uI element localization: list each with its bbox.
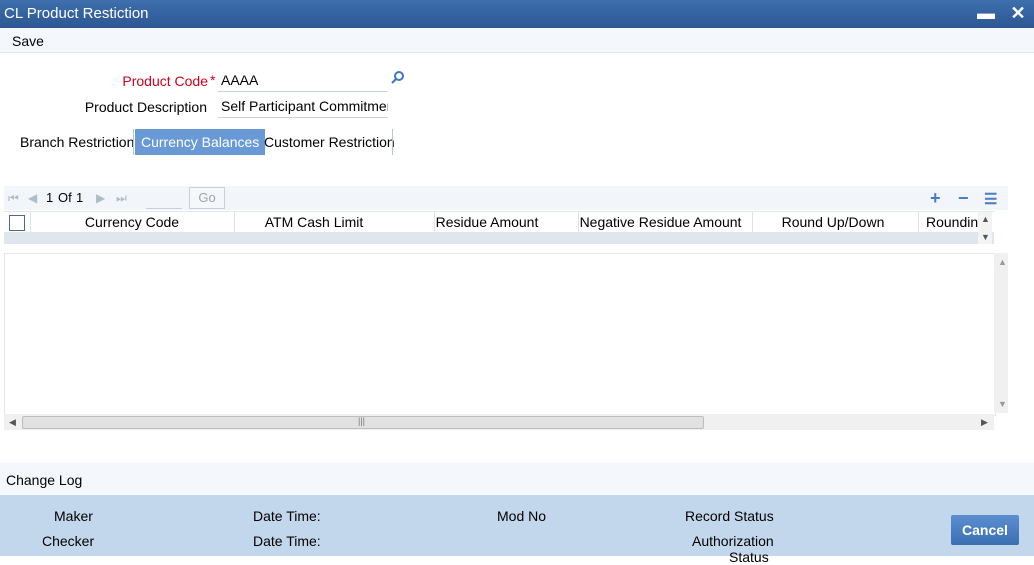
page-current: 1 bbox=[46, 190, 54, 205]
title-bar: CL Product Restiction ▬ ✕ bbox=[0, 0, 1034, 28]
cancel-button[interactable]: Cancel bbox=[951, 515, 1019, 545]
column-header-atm-cash-limit[interactable]: ATM Cash Limit bbox=[234, 214, 394, 230]
grid-body bbox=[4, 253, 996, 416]
close-icon[interactable]: ✕ bbox=[1008, 3, 1028, 23]
audit-footer bbox=[0, 495, 1034, 556]
next-page-icon[interactable]: ▶ bbox=[96, 191, 105, 205]
list-view-icon[interactable]: ☰ bbox=[984, 190, 997, 208]
mod-no-label: Mod No bbox=[497, 508, 547, 524]
authorization-status-label: Authorization bbox=[692, 533, 774, 549]
product-code-field[interactable]: AAAA bbox=[218, 69, 388, 92]
checker-label: Checker bbox=[42, 533, 95, 549]
scroll-down-icon[interactable]: ▼ bbox=[981, 232, 990, 242]
toolbar: Save bbox=[0, 28, 1034, 53]
product-description-label: Product Description bbox=[84, 99, 207, 115]
first-page-icon[interactable]: ⏮ bbox=[8, 191, 19, 206]
page-total: 1 bbox=[76, 190, 84, 205]
column-header-currency-code[interactable]: Currency Code bbox=[30, 214, 234, 230]
maker-label: Maker bbox=[54, 508, 93, 524]
page-of-label: Of bbox=[58, 190, 72, 205]
last-page-icon[interactable]: ⏭ bbox=[116, 191, 127, 206]
column-header-negative-residue-amount[interactable]: Negative Residue Amount bbox=[578, 214, 743, 230]
add-row-icon[interactable]: + bbox=[930, 188, 941, 209]
maker-date-time-label: Date Time: bbox=[253, 508, 321, 524]
tab-currency-balances[interactable]: Currency Balances bbox=[135, 129, 266, 155]
window-title: CL Product Restiction bbox=[4, 5, 149, 22]
tab-customer-restriction[interactable]: Customer Restriction bbox=[258, 129, 401, 155]
column-header-round-up-down[interactable]: Round Up/Down bbox=[752, 214, 914, 230]
tab-divider bbox=[133, 129, 134, 155]
page-number-input[interactable] bbox=[146, 188, 182, 209]
required-mark: * bbox=[210, 72, 216, 88]
previous-page-icon[interactable]: ◀ bbox=[28, 191, 37, 205]
scroll-up-icon[interactable]: ▲ bbox=[998, 257, 1007, 267]
authorization-status-label-line2: Status bbox=[729, 549, 769, 565]
search-icon[interactable] bbox=[390, 70, 406, 86]
checker-date-time-label: Date Time: bbox=[253, 533, 321, 549]
record-status-label: Record Status bbox=[685, 508, 774, 524]
scroll-right-icon[interactable]: ▶ bbox=[981, 417, 988, 428]
change-log-section: Change Log bbox=[0, 462, 1034, 495]
scroll-left-icon[interactable]: ◀ bbox=[9, 417, 16, 428]
column-header-rounding[interactable]: Roundin bbox=[926, 214, 978, 230]
tab-divider bbox=[392, 129, 393, 155]
tab-branch-restriction[interactable]: Branch Restriction bbox=[14, 129, 140, 155]
grid-header-strip bbox=[4, 232, 994, 244]
go-button[interactable]: Go bbox=[189, 187, 225, 209]
grip-icon: ||| bbox=[358, 416, 366, 426]
remove-row-icon[interactable]: − bbox=[958, 188, 969, 209]
product-code-label: Product Code bbox=[122, 73, 208, 89]
scroll-up-icon[interactable]: ▲ bbox=[981, 214, 990, 224]
column-divider bbox=[918, 211, 919, 232]
header-scrollbar[interactable]: ▲ ▼ bbox=[978, 212, 992, 244]
product-description-field[interactable]: Self Participant Commitmen bbox=[218, 95, 388, 118]
vertical-scrollbar[interactable]: ▲ ▼ bbox=[994, 253, 1008, 413]
scroll-down-icon[interactable]: ▼ bbox=[998, 399, 1007, 409]
change-log-label[interactable]: Change Log bbox=[6, 472, 82, 488]
column-header-residue-amount[interactable]: Residue Amount bbox=[434, 214, 540, 230]
select-all-checkbox[interactable] bbox=[9, 215, 25, 231]
minimize-icon[interactable]: ▬ bbox=[976, 3, 996, 23]
save-button[interactable]: Save bbox=[12, 33, 44, 49]
